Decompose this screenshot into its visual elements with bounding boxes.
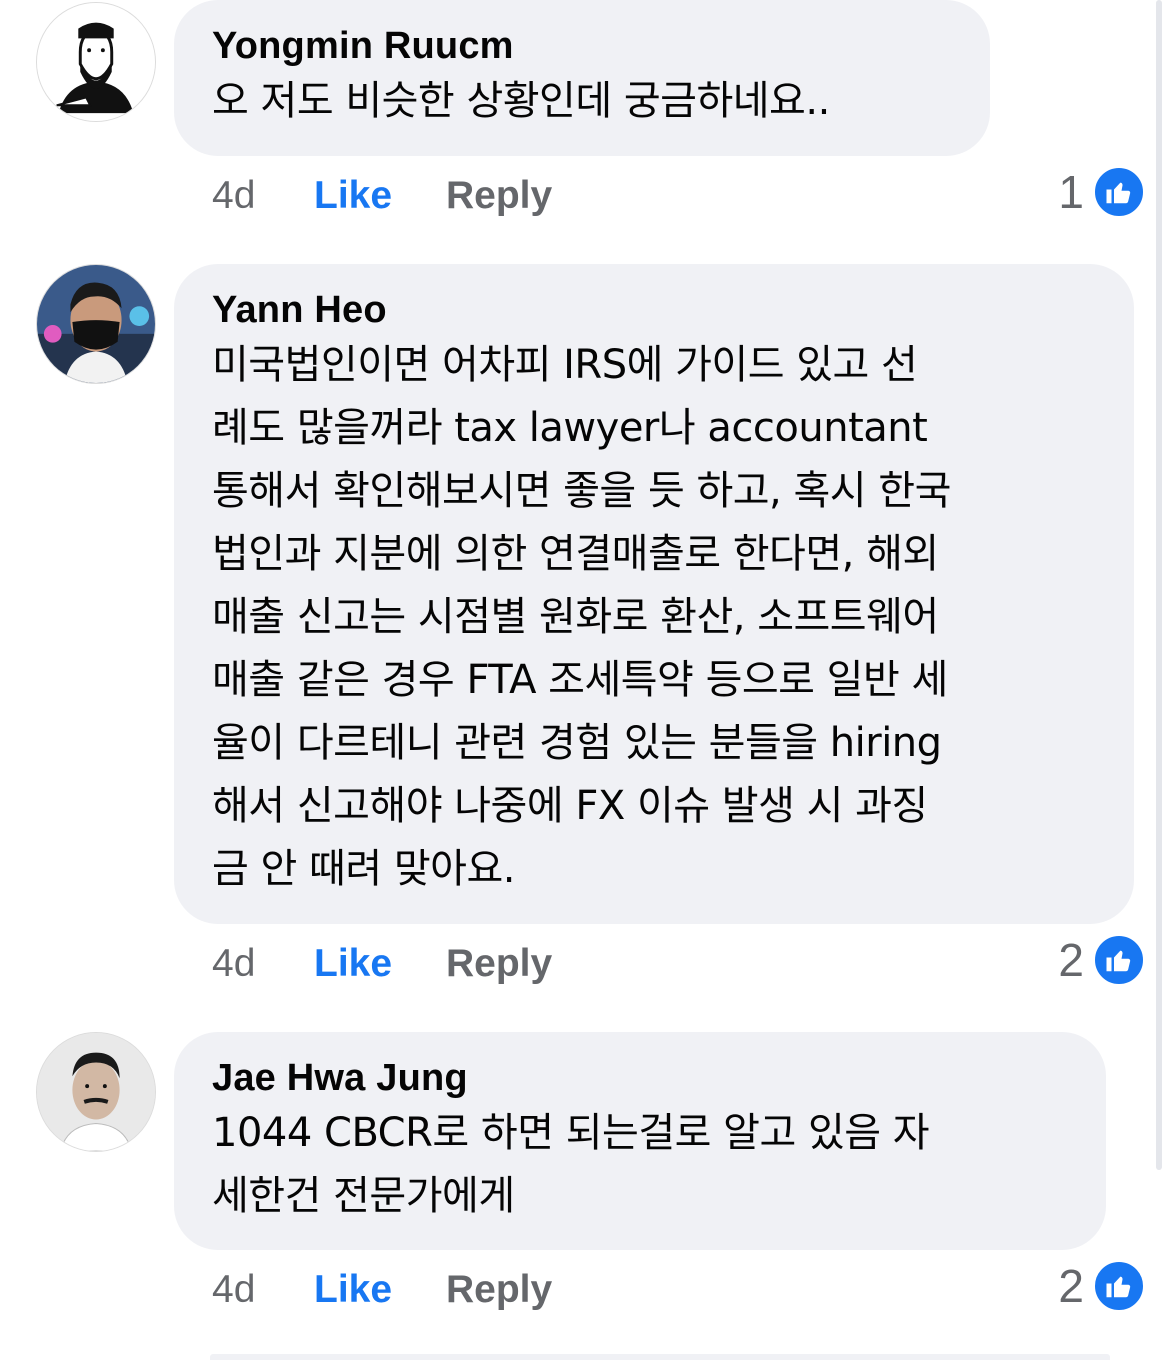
reaction-count: 2 bbox=[1058, 934, 1084, 986]
comment-actions: 4d Like Reply bbox=[212, 934, 552, 994]
comment-thread: Yongmin Ruucm 오 저도 비슷한 상황인데 궁금하네요.. 4d L… bbox=[0, 0, 1170, 1360]
comment-bubble: Yongmin Ruucm 오 저도 비슷한 상황인데 궁금하네요.. bbox=[174, 0, 990, 156]
avatar[interactable] bbox=[36, 1032, 156, 1152]
reply-button[interactable]: Reply bbox=[446, 1268, 552, 1312]
thumbs-up-icon bbox=[1092, 165, 1146, 219]
comment-bubble: Jae Hwa Jung 1044 CBCR로 하면 되는걸로 알고 있음 자 … bbox=[174, 1032, 1106, 1250]
comment-author[interactable]: Yann Heo bbox=[212, 286, 1096, 334]
reaction-count: 1 bbox=[1058, 166, 1084, 218]
reaction-count: 2 bbox=[1058, 1260, 1084, 1312]
like-button[interactable]: Like bbox=[314, 1268, 446, 1312]
comment-author[interactable]: Jae Hwa Jung bbox=[212, 1054, 1068, 1102]
reply-button[interactable]: Reply bbox=[446, 942, 552, 986]
comment-author[interactable]: Yongmin Ruucm bbox=[212, 22, 952, 70]
like-button[interactable]: Like bbox=[314, 174, 446, 218]
avatar-photo-icon bbox=[37, 1033, 155, 1151]
comment-text: 오 저도 비슷한 상황인데 궁금하네요.. bbox=[212, 78, 830, 124]
thumbs-up-icon bbox=[1092, 933, 1146, 987]
comment-timestamp[interactable]: 4d bbox=[212, 1268, 314, 1312]
like-button[interactable]: Like bbox=[314, 942, 446, 986]
comment-text: 1044 CBCR로 하면 되는걸로 알고 있음 자 세한건 전문가에게 bbox=[212, 1110, 930, 1219]
comment-actions: 4d Like Reply bbox=[212, 1260, 552, 1320]
avatar-illustration-icon bbox=[37, 3, 155, 121]
comment-text: 미국법인이면 어차피 IRS에 가이드 있고 선 례도 많을꺼라 tax law… bbox=[212, 342, 951, 892]
scrollbar[interactable] bbox=[1156, 0, 1162, 1170]
reply-button[interactable]: Reply bbox=[446, 174, 552, 218]
thumbs-up-icon bbox=[1092, 1259, 1146, 1313]
reaction-summary[interactable]: 2 bbox=[1058, 1256, 1146, 1316]
comment-timestamp[interactable]: 4d bbox=[212, 174, 314, 218]
reaction-summary[interactable]: 1 bbox=[1058, 162, 1146, 222]
reaction-summary[interactable]: 2 bbox=[1058, 930, 1146, 990]
comment-actions: 4d Like Reply bbox=[212, 166, 552, 226]
next-comment-edge bbox=[210, 1354, 1110, 1360]
avatar-photo-icon bbox=[37, 265, 155, 383]
avatar[interactable] bbox=[36, 2, 156, 122]
comment-bubble: Yann Heo 미국법인이면 어차피 IRS에 가이드 있고 선 례도 많을꺼… bbox=[174, 264, 1134, 924]
avatar[interactable] bbox=[36, 264, 156, 384]
comment-timestamp[interactable]: 4d bbox=[212, 942, 314, 986]
